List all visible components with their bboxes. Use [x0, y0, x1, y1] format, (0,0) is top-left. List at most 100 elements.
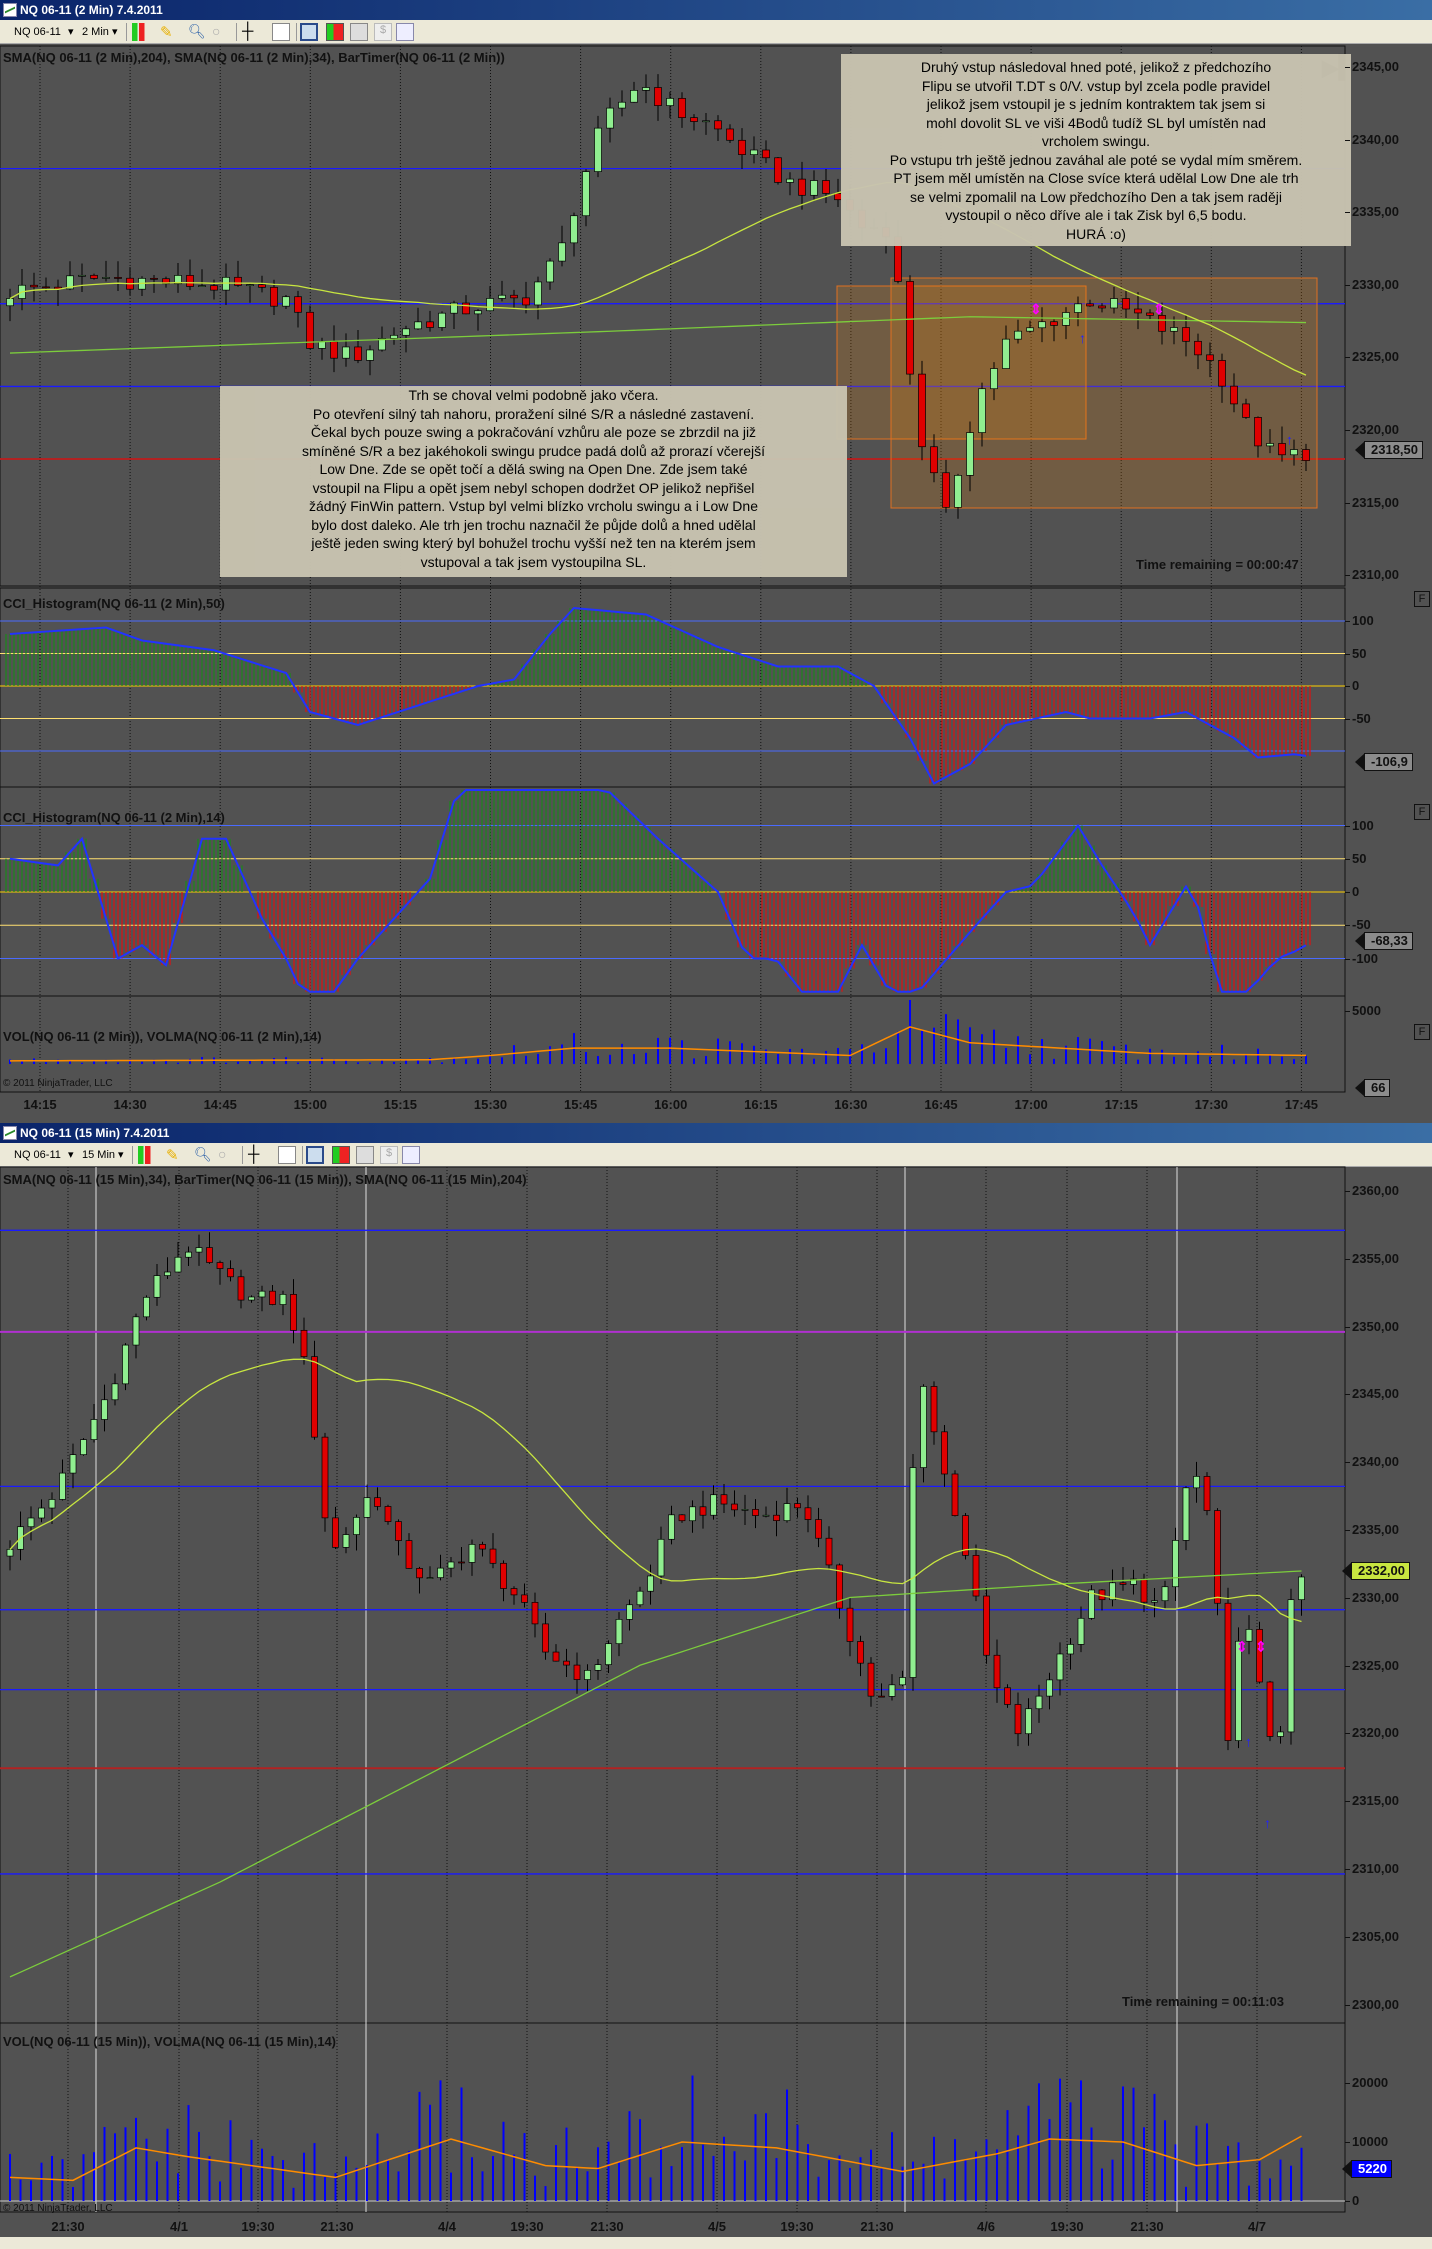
candle-down: [1119, 1582, 1127, 1585]
candle-up: [279, 1294, 287, 1305]
trade-arrow-icon: ↑: [1264, 1815, 1271, 1831]
panel-float-button[interactable]: F: [1414, 591, 1430, 607]
panel-float-button[interactable]: F: [1414, 804, 1430, 820]
chart-canvas[interactable]: ⇕ ↑ ⇕ ↑ ⇕ ⇕ ↑ ↑: [0, 0, 1432, 2249]
cci14-axis-label: -50: [1345, 917, 1371, 932]
candle-down: [416, 1568, 423, 1579]
candle-up: [342, 1534, 350, 1548]
candle-up: [1298, 1576, 1305, 1601]
candle-down: [1134, 308, 1142, 314]
candle-down: [234, 276, 242, 286]
candle-down: [300, 1329, 308, 1357]
time-axis-label: 17:45: [1284, 1097, 1319, 1112]
price-axis-label: 2340,00: [1345, 132, 1399, 147]
candle-down: [258, 284, 266, 288]
candle-up: [248, 1296, 255, 1301]
candle-down: [773, 1514, 780, 1521]
candle-up: [78, 274, 86, 277]
price-axis-label: 2330,00: [1345, 277, 1399, 292]
candle-up: [584, 1670, 591, 1680]
candle-down: [738, 139, 746, 156]
time-axis-label: 4/6: [976, 2219, 996, 2234]
vol-value-tag-15m: 5220: [1342, 2160, 1392, 2178]
candle-down: [654, 87, 662, 106]
candle-down: [294, 296, 302, 313]
candle-up: [153, 1275, 161, 1298]
candle-up: [570, 215, 578, 244]
time-axis-label: 16:15: [744, 1097, 778, 1112]
candle-down: [1254, 417, 1262, 447]
candle-up: [1277, 1731, 1284, 1737]
candle-down: [306, 311, 314, 349]
price-axis-label: 2310,00: [1345, 567, 1399, 582]
candle-up: [426, 1577, 434, 1579]
candle-up: [786, 178, 794, 183]
price-panel-label: SMA(NQ 06-11 (2 Min),204), SMA(NQ 06-11 …: [3, 50, 505, 65]
candle-down: [752, 1509, 759, 1516]
candle-up: [966, 432, 974, 476]
candle-up: [27, 1517, 35, 1528]
candle-down: [726, 128, 734, 141]
candle-up: [1026, 327, 1034, 332]
candle-up: [102, 277, 110, 279]
candle-up: [1182, 1487, 1190, 1541]
candle-down: [1224, 1602, 1232, 1741]
candle-up: [594, 1664, 602, 1671]
candle-down: [1014, 1704, 1022, 1735]
candle-down: [330, 341, 338, 359]
price-panel-label-15m: SMA(NQ 06-11 (15 Min),34), BarTimer(NQ 0…: [3, 1172, 527, 1187]
candle-down: [563, 1660, 570, 1666]
candle-down: [227, 1268, 234, 1278]
candle-up: [642, 87, 650, 91]
candle-down: [290, 1294, 297, 1331]
candle-down: [822, 180, 830, 194]
candle-down: [405, 1540, 413, 1569]
annotation-note-left: Trh se choval velmi podobně jako včera. …: [220, 386, 847, 577]
candle-down: [942, 472, 950, 508]
price-axis-label: 2330,00: [1345, 1590, 1399, 1605]
candle-up: [132, 1316, 140, 1346]
candle-down: [951, 1473, 959, 1516]
candle-up: [111, 1383, 119, 1401]
vol-panel-label: VOL(NQ 06-11 (2 Min)), VOLMA(NQ 06-11 (2…: [3, 1029, 322, 1044]
candle-up: [1170, 327, 1178, 332]
cci50-axis-label: 0: [1345, 678, 1359, 693]
candle-up: [498, 294, 506, 299]
candle-down: [114, 277, 122, 279]
copyright: © 2011 NinjaTrader, LLC: [3, 2203, 113, 2214]
price-axis-label: 2345,00: [1345, 59, 1399, 74]
candle-down: [542, 1623, 549, 1653]
candle-up: [668, 1514, 675, 1540]
time-axis-label: 19:30: [780, 2219, 814, 2234]
candle-down: [210, 285, 218, 291]
time-axis-label: 16:30: [834, 1097, 868, 1112]
candle-down: [216, 1262, 224, 1269]
vol-value-tag: 66: [1354, 1079, 1391, 1097]
candle-up: [1193, 1476, 1200, 1489]
candle-up: [318, 341, 326, 349]
candle-down: [489, 1548, 497, 1564]
candle-up: [920, 1386, 927, 1468]
candle-up: [1074, 303, 1082, 313]
time-axis-label: 15:00: [293, 1097, 327, 1112]
time-axis-label: 21:30: [860, 2219, 894, 2234]
candle-down: [678, 1514, 686, 1522]
candle-up: [90, 1419, 98, 1440]
candle-up: [618, 101, 626, 109]
candle-down: [90, 274, 98, 279]
candle-up: [437, 1567, 444, 1578]
candle-up: [363, 1497, 371, 1518]
cci14-axis-label: 100: [1345, 818, 1374, 833]
candle-up: [342, 346, 350, 359]
candle-down: [941, 1431, 948, 1475]
last-price-tag: 2318,50: [1355, 441, 1423, 459]
candle-down: [983, 1595, 990, 1656]
candle-up: [594, 127, 602, 172]
price-axis-label: 2315,00: [1345, 1793, 1399, 1808]
candle-down: [993, 1654, 1001, 1689]
candle-down: [270, 286, 278, 307]
time-axis-label: 15:30: [473, 1097, 508, 1112]
price-axis-label: 2350,00: [1345, 1319, 1399, 1334]
panel-float-button[interactable]: F: [1414, 1024, 1430, 1040]
candle-down: [720, 1494, 728, 1505]
